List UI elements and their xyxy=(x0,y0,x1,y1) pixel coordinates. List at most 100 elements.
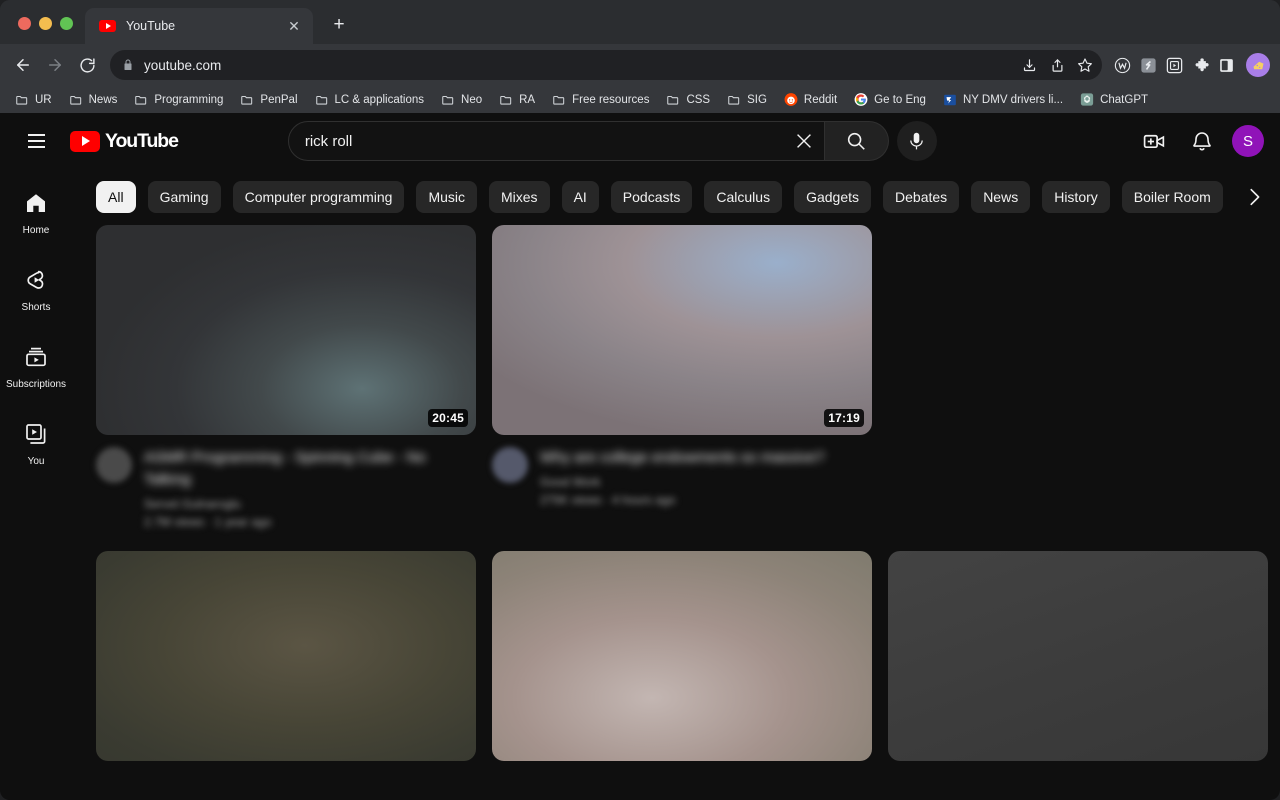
video-thumbnail[interactable]: 17:19 xyxy=(492,225,872,435)
bookmark-item[interactable]: Neo xyxy=(434,90,489,110)
sidebar-item-subscriptions[interactable]: Subscriptions xyxy=(4,329,68,404)
bookmark-label: CSS xyxy=(686,94,710,106)
bookmark-item[interactable]: UR xyxy=(8,90,59,110)
address-bar[interactable]: youtube.com xyxy=(110,50,1102,80)
search-button[interactable] xyxy=(825,121,889,161)
video-thumbnail[interactable] xyxy=(888,551,1268,761)
chip-boiler-room[interactable]: Boiler Room xyxy=(1122,181,1223,213)
chip-debates[interactable]: Debates xyxy=(883,181,959,213)
video-box-extension-icon[interactable] xyxy=(1164,55,1184,75)
chip-music[interactable]: Music xyxy=(416,181,477,213)
sidebar-item-home[interactable]: Home xyxy=(4,175,68,250)
video-grid: 20:45 ASMR Programming - Spinning Cube -… xyxy=(72,225,1280,531)
chip-history[interactable]: History xyxy=(1042,181,1110,213)
bookmark-label: UR xyxy=(35,94,52,106)
slash-extension-icon[interactable] xyxy=(1138,55,1158,75)
video-card[interactable] xyxy=(492,551,872,761)
bookmark-label: NY DMV drivers li... xyxy=(963,94,1063,106)
bookmark-item[interactable]: CSS xyxy=(659,90,717,110)
thumbnail-image xyxy=(492,225,872,435)
youtube-body: Home Shorts Subscriptions xyxy=(0,169,1280,800)
bookmark-item[interactable]: Ge to Eng xyxy=(847,90,933,110)
chip-ai[interactable]: AI xyxy=(562,181,599,213)
chip-news[interactable]: News xyxy=(971,181,1030,213)
youtube-wordmark: YouTube xyxy=(105,130,178,153)
reload-button[interactable] xyxy=(72,50,102,80)
video-card[interactable]: 20:45 ASMR Programming - Spinning Cube -… xyxy=(96,225,476,531)
chevron-right-icon[interactable] xyxy=(1228,169,1280,225)
chip-all[interactable]: All xyxy=(96,181,136,213)
channel-avatar[interactable] xyxy=(492,447,528,483)
chip-podcasts[interactable]: Podcasts xyxy=(611,181,693,213)
bookmark-item[interactable]: PenPal xyxy=(233,90,304,110)
bookmark-item[interactable]: NY DMV drivers li... xyxy=(936,90,1070,110)
bookmark-star-icon[interactable] xyxy=(1072,52,1098,78)
side-panel-icon[interactable] xyxy=(1216,55,1236,75)
close-icon[interactable]: ✕ xyxy=(285,17,303,35)
youtube-icon xyxy=(99,20,116,32)
video-card[interactable] xyxy=(96,551,476,761)
close-window-button[interactable] xyxy=(18,17,31,30)
sidebar-item-shorts[interactable]: Shorts xyxy=(4,252,68,327)
create-video-icon[interactable] xyxy=(1134,121,1174,161)
bookmark-label: Reddit xyxy=(804,94,837,106)
close-icon[interactable] xyxy=(784,121,824,161)
content-area: All Gaming Computer programming Music Mi… xyxy=(72,169,1280,800)
search-box[interactable] xyxy=(288,121,825,161)
back-button[interactable] xyxy=(8,50,38,80)
share-icon[interactable] xyxy=(1044,52,1070,78)
puzzle-piece-icon[interactable] xyxy=(1190,55,1210,75)
channel-name[interactable]: Good Work xyxy=(540,473,872,491)
bookmark-item[interactable]: RA xyxy=(492,90,542,110)
bookmark-item[interactable]: LC & applications xyxy=(308,90,432,110)
chip-mixes[interactable]: Mixes xyxy=(489,181,550,213)
forward-button[interactable] xyxy=(40,50,70,80)
bookmark-item[interactable]: SIG xyxy=(720,90,774,110)
youtube-logo[interactable]: YouTube xyxy=(70,130,178,153)
browser-profile-avatar[interactable] xyxy=(1246,53,1270,77)
chip-gadgets[interactable]: Gadgets xyxy=(794,181,871,213)
video-title[interactable]: ASMR Programming - Spinning Cube - No Ta… xyxy=(144,447,476,491)
masthead-actions: S xyxy=(1134,121,1264,161)
video-title[interactable]: Why are college endowments so massive? xyxy=(540,447,872,469)
video-thumbnail[interactable] xyxy=(96,551,476,761)
guide-menu-icon[interactable] xyxy=(16,121,56,161)
video-meta: Why are college endowments so massive? G… xyxy=(492,435,872,509)
chip-gaming[interactable]: Gaming xyxy=(148,181,221,213)
sidebar-item-you[interactable]: You xyxy=(4,406,68,481)
mini-guide-sidebar: Home Shorts Subscriptions xyxy=(0,169,72,800)
circled-w-extension-icon[interactable] xyxy=(1112,55,1132,75)
thumbnail-image xyxy=(96,225,476,435)
bookmark-item[interactable]: Programming xyxy=(127,90,230,110)
browser-window: YouTube ✕ + youtube.com xyxy=(0,0,1280,800)
channel-avatar[interactable] xyxy=(96,447,132,483)
minimize-window-button[interactable] xyxy=(39,17,52,30)
folder-icon xyxy=(134,93,148,107)
bookmark-label: Free resources xyxy=(572,94,649,106)
video-card[interactable] xyxy=(888,551,1268,761)
microphone-icon[interactable] xyxy=(897,121,937,161)
download-icon[interactable] xyxy=(1016,52,1042,78)
video-thumbnail[interactable]: 20:45 xyxy=(96,225,476,435)
channel-name[interactable]: Servet Gulnaroglu xyxy=(144,495,476,513)
video-thumbnail[interactable] xyxy=(492,551,872,761)
video-card[interactable]: 17:19 Why are college endowments so mass… xyxy=(492,225,872,531)
avatar[interactable]: S xyxy=(1232,125,1264,157)
bookmark-item[interactable]: Reddit xyxy=(777,90,844,110)
reddit-icon xyxy=(784,93,798,107)
chatgpt-icon xyxy=(1080,93,1094,107)
chip-calculus[interactable]: Calculus xyxy=(704,181,782,213)
notifications-bell-icon[interactable] xyxy=(1182,121,1222,161)
browser-tab-youtube[interactable]: YouTube ✕ xyxy=(85,8,313,44)
new-tab-button[interactable]: + xyxy=(325,11,353,39)
maximize-window-button[interactable] xyxy=(60,17,73,30)
folder-icon xyxy=(666,93,680,107)
bookmark-item[interactable]: ChatGPT xyxy=(1073,90,1155,110)
bookmark-label: Ge to Eng xyxy=(874,94,926,106)
bookmark-item[interactable]: Free resources xyxy=(545,90,656,110)
search-input[interactable] xyxy=(305,133,784,150)
bookmark-item[interactable]: News xyxy=(62,90,125,110)
thumbnail-image xyxy=(888,551,1268,761)
folder-icon xyxy=(69,93,83,107)
chip-computer-programming[interactable]: Computer programming xyxy=(233,181,405,213)
